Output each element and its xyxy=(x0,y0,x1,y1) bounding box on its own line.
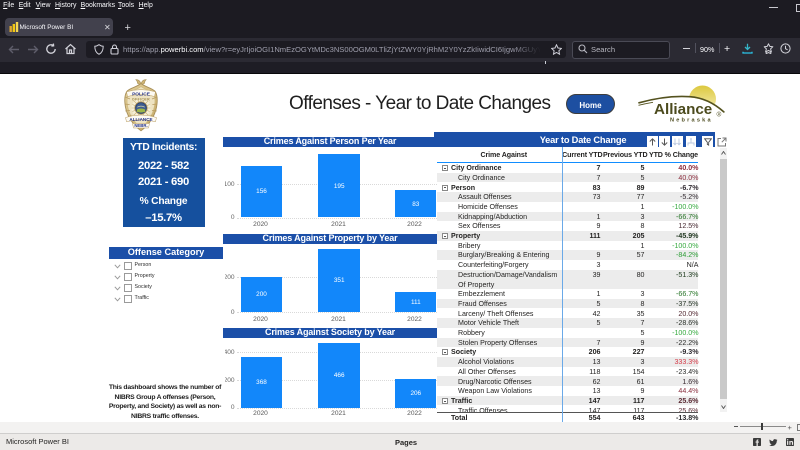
svg-text:Nebraska: Nebraska xyxy=(670,118,713,124)
svg-text:NEBR.: NEBR. xyxy=(134,123,147,128)
svg-text:POLICE: POLICE xyxy=(132,91,151,97)
svg-text:ALLIANCE: ALLIANCE xyxy=(129,117,152,122)
svg-text:®: ® xyxy=(717,111,722,119)
svg-text:Alliance: Alliance xyxy=(654,101,712,118)
svg-text:OFFICER: OFFICER xyxy=(132,98,150,102)
